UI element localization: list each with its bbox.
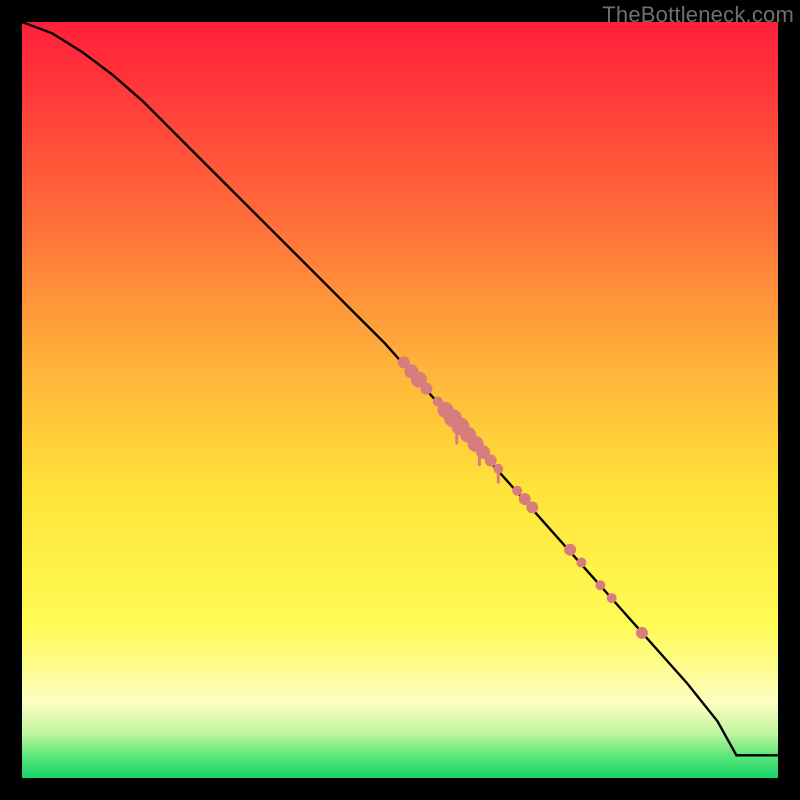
data-marker <box>576 558 586 568</box>
data-marker <box>493 464 503 474</box>
data-marker <box>636 627 648 639</box>
data-marker <box>564 544 576 556</box>
chart-svg <box>22 22 778 778</box>
watermark-text: TheBottleneck.com <box>602 2 794 28</box>
data-marker <box>485 454 497 466</box>
data-markers <box>398 356 648 639</box>
data-marker <box>526 501 538 513</box>
data-marker <box>607 593 617 603</box>
data-marker <box>420 383 432 395</box>
bottleneck-curve <box>22 22 778 755</box>
data-marker <box>512 486 522 496</box>
data-marker <box>595 580 605 590</box>
chart-stage: TheBottleneck.com <box>0 0 800 800</box>
